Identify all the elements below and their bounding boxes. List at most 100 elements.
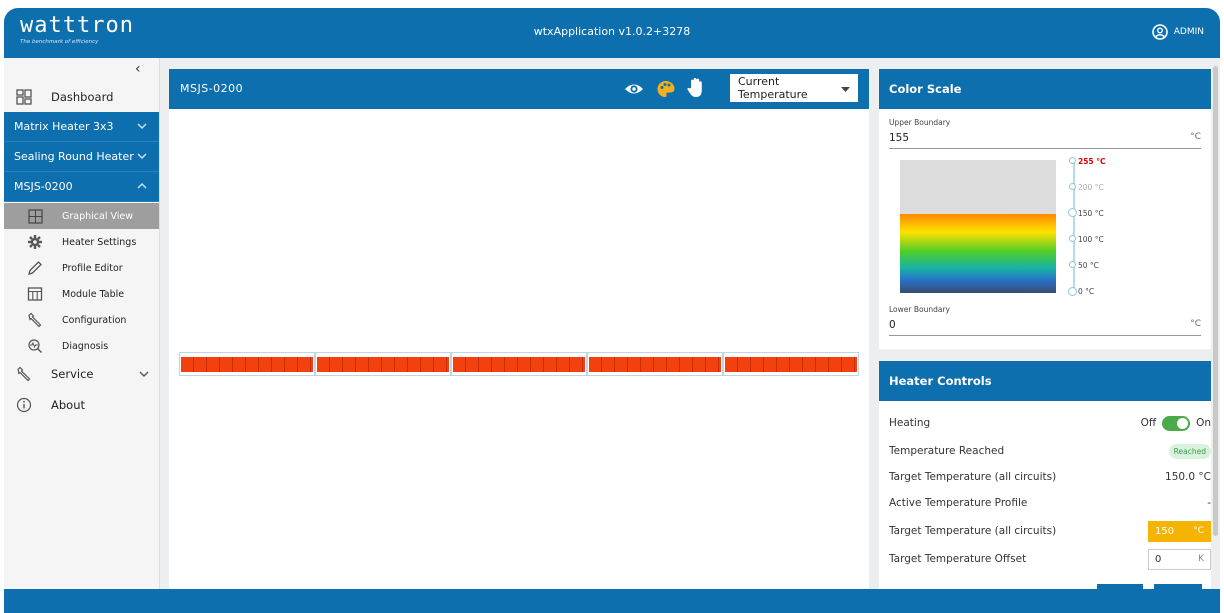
chevron-down-icon: [137, 121, 147, 132]
sidebar-item-service-left: Service: [15, 365, 94, 383]
graphical-view-icon: [26, 207, 44, 225]
footer-bar: [4, 589, 1220, 613]
sidebar-item-heater-settings[interactable]: Heater Settings: [4, 229, 159, 255]
sidebar-item-label: Profile Editor: [62, 262, 123, 274]
heater-module[interactable]: [587, 352, 723, 376]
collapse-sidebar-button[interactable]: ‹: [135, 61, 141, 77]
wrench-icon: [26, 311, 44, 329]
color-gradient: [900, 160, 1056, 293]
app-title: wtxApplication v1.0.2+3278: [533, 25, 691, 38]
sidebar-group-msjs-0200[interactable]: MSJS-0200: [4, 172, 159, 202]
sidebar-item-configuration[interactable]: Configuration: [4, 307, 159, 333]
target-temperature-input-label: Target Temperature (all circuits): [889, 525, 1057, 537]
upper-boundary-handle[interactable]: [1068, 208, 1077, 217]
target-temperature-input[interactable]: 150 °C: [1148, 520, 1211, 542]
active-profile-label: Active Temperature Profile: [889, 497, 1028, 509]
view-mode-value: Current Temperature: [738, 75, 808, 101]
temperature-offset-input[interactable]: 0 K: [1148, 548, 1211, 570]
heater-zones: [725, 357, 857, 372]
toggle-knob: [1177, 417, 1189, 429]
info-icon: [15, 396, 33, 414]
heater-module[interactable]: [179, 352, 315, 376]
target-temperature-value: 150.0 °C: [1165, 471, 1211, 483]
heater-zones: [317, 357, 449, 372]
app-window: watttron The benchmark of efficiency wtx…: [4, 8, 1220, 613]
heater-controls-header: Heater Controls: [879, 361, 1211, 401]
palette-icon[interactable]: [656, 79, 676, 102]
lower-boundary-handle[interactable]: [1068, 287, 1077, 296]
diagnosis-icon: [26, 337, 44, 355]
unit-label: °C: [1190, 319, 1201, 329]
chevron-left-icon: ‹: [135, 61, 141, 77]
chevron-down-icon: [137, 151, 147, 162]
sidebar-item-dashboard[interactable]: Dashboard: [4, 82, 159, 112]
scale-tick-label: 150 °C: [1078, 209, 1104, 218]
upper-boundary-field[interactable]: 155 °C: [889, 132, 1201, 149]
sidebar-item-profile-editor[interactable]: Profile Editor: [4, 255, 159, 281]
top-bar: watttron The benchmark of efficiency wtx…: [4, 8, 1220, 58]
heater-zones: [181, 357, 313, 372]
dashboard-icon: [15, 88, 33, 106]
sidebar-item-label: Dashboard: [51, 90, 114, 104]
heater-module[interactable]: [451, 352, 587, 376]
chevron-up-icon: [137, 181, 147, 192]
toggle-off-label: Off: [1140, 417, 1157, 429]
panel-title: MSJS-0200: [180, 82, 244, 95]
scale-tick-label: 50 °C: [1078, 261, 1099, 270]
scale-tick: [1069, 183, 1076, 190]
temperature-reached-row: Temperature Reached Reached: [889, 438, 1211, 464]
target-temperature-input-row: Target Temperature (all circuits) 150 °C: [889, 518, 1211, 544]
view-mode-select[interactable]: Current Temperature: [730, 74, 858, 102]
sidebar-item-module-table[interactable]: Module Table: [4, 281, 159, 307]
sidebar-item-about[interactable]: About: [4, 390, 159, 420]
heating-row: Heating Off On: [889, 410, 1211, 436]
graphical-view-panel: MSJS-0200 Current Temperature: [169, 69, 869, 592]
scale-tick-label: 200 °C: [1078, 183, 1104, 192]
temperature-offset-label: Target Temperature Offset: [889, 553, 1027, 565]
sidebar-item-label: About: [51, 398, 86, 412]
upper-boundary-label: Upper Boundary: [889, 118, 951, 127]
user-menu[interactable]: ADMIN: [1151, 24, 1204, 40]
color-scale-header: Color Scale: [879, 69, 1211, 109]
input-unit: °C: [1193, 526, 1204, 536]
scrollbar[interactable]: [1213, 66, 1218, 536]
sidebar-group-sealing-round-heater[interactable]: Sealing Round Heater: [4, 142, 159, 172]
heating-label: Heating: [889, 417, 931, 429]
table-icon: [26, 285, 44, 303]
sidebar-item-label: Diagnosis: [62, 340, 109, 352]
lower-boundary-field[interactable]: 0 °C: [889, 319, 1201, 336]
heater-module[interactable]: [723, 352, 859, 376]
panel-title: Heater Controls: [889, 374, 992, 388]
sidebar-item-diagnosis[interactable]: Diagnosis: [4, 333, 159, 359]
target-temperature-row: Target Temperature (all circuits) 150.0 …: [889, 464, 1211, 490]
eye-icon[interactable]: [624, 79, 644, 102]
pencil-icon: [26, 259, 44, 277]
panel-title: Color Scale: [889, 82, 962, 96]
sidebar-group-label: Matrix Heater 3x3: [14, 120, 114, 133]
sidebar-group-matrix-heater[interactable]: Matrix Heater 3x3: [4, 112, 159, 142]
lower-boundary-value: 0: [889, 319, 896, 331]
sidebar-group-label: Sealing Round Heater: [14, 150, 134, 163]
status-badge: Reached: [1168, 443, 1211, 459]
target-temperature-label: Target Temperature (all circuits): [889, 471, 1057, 483]
color-scale-panel: Color Scale Upper Boundary 155 °C 255 °C…: [879, 69, 1211, 349]
sidebar: ‹ Dashboard Matrix Heater 3x3 Sealing Ro…: [4, 58, 160, 592]
unit-label: °C: [1190, 132, 1201, 142]
sidebar-item-label: Service: [51, 367, 94, 381]
scale-tick-label: 255 °C: [1078, 157, 1106, 166]
heating-toggle-group: Off On: [1140, 415, 1211, 431]
scale-tick: [1069, 261, 1076, 268]
sidebar-item-label: Heater Settings: [62, 236, 137, 248]
logo-tagline: The benchmark of efficiency: [20, 39, 99, 45]
sidebar-item-service[interactable]: Service: [4, 359, 159, 389]
toggle-on-label: On: [1196, 417, 1211, 429]
scale-tick: [1069, 157, 1076, 164]
temperature-offset-row: Target Temperature Offset 0 K: [889, 546, 1211, 572]
active-profile-row: Active Temperature Profile -: [889, 490, 1211, 516]
heating-toggle[interactable]: [1162, 415, 1191, 431]
lower-boundary-label: Lower Boundary: [889, 305, 950, 314]
sidebar-item-graphical-view[interactable]: Graphical View: [4, 203, 159, 229]
hand-icon[interactable]: [686, 77, 706, 102]
scale-tick: [1069, 235, 1076, 242]
heater-module[interactable]: [315, 352, 451, 376]
